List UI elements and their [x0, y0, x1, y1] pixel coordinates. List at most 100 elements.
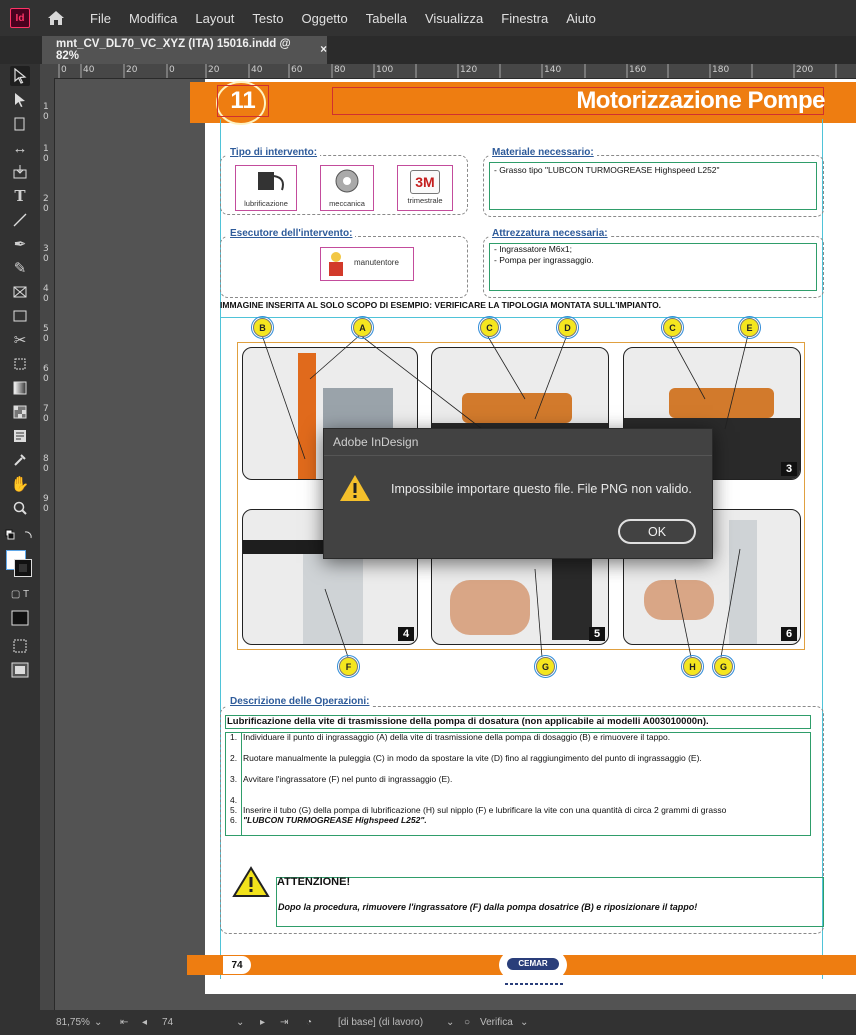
ruler-label: 200: [796, 65, 814, 75]
ruler-label: 0: [43, 414, 49, 424]
menu-finestra[interactable]: Finestra: [501, 11, 548, 26]
document-tab-title: mnt_CV_DL70_VC_XYZ (ITA) 15016.indd @ 82…: [56, 38, 291, 62]
ruler-label: 0: [43, 294, 49, 304]
free-transform-tool-icon[interactable]: [10, 354, 30, 374]
hand-tool-icon[interactable]: ✋: [10, 474, 30, 494]
ruler-label: 0: [43, 204, 49, 214]
step-number: 2.: [230, 753, 238, 763]
formatting-affects-container-icon[interactable]: ▢ T: [4, 584, 36, 604]
preflight-dropdown-icon[interactable]: ⌄: [520, 1017, 528, 1028]
page-number: 74: [223, 956, 251, 974]
error-dialog[interactable]: Adobe InDesign Impossibile importare que…: [323, 428, 713, 559]
document-tab[interactable]: mnt_CV_DL70_VC_XYZ (ITA) 15016.indd @ 82…: [42, 36, 327, 64]
gap-tool-icon[interactable]: ↔: [10, 138, 30, 158]
selection-tool-icon[interactable]: [10, 66, 30, 86]
step-number: 1.: [230, 732, 238, 742]
ruler-label: 8: [43, 454, 49, 464]
dialog-message: Impossibile importare questo file. File …: [391, 482, 692, 496]
callout-d[interactable]: D: [556, 316, 579, 339]
menu-testo[interactable]: Testo: [252, 11, 283, 26]
callout-a[interactable]: A: [351, 316, 374, 339]
last-page-icon[interactable]: ⇥: [280, 1017, 288, 1028]
descrizione-label: Descrizione delle Operazioni:: [227, 696, 373, 707]
ruler-label: 6: [43, 364, 49, 374]
apply-color-icon[interactable]: [10, 608, 30, 628]
step-number: 4.: [230, 795, 238, 805]
callout-f[interactable]: F: [337, 655, 360, 678]
home-icon[interactable]: [46, 8, 66, 28]
rectangle-tool-icon[interactable]: [10, 306, 30, 326]
default-colors-icon[interactable]: [4, 526, 36, 546]
callout-g[interactable]: G: [534, 655, 557, 678]
ruler-label: 100: [376, 65, 394, 75]
note-tool-icon[interactable]: [10, 426, 30, 446]
view-mode-icon[interactable]: [10, 636, 30, 656]
menu-tabella[interactable]: Tabella: [366, 11, 407, 26]
menu-aiuto[interactable]: Aiuto: [566, 11, 596, 26]
indesign-logo-icon: Id: [10, 8, 30, 28]
gradient-feather-tool-icon[interactable]: [10, 402, 30, 422]
document-tab-bar: » mnt_CV_DL70_VC_XYZ (ITA) 15016.indd @ …: [0, 36, 856, 84]
callout-g[interactable]: G: [712, 655, 735, 678]
ok-button[interactable]: OK: [618, 519, 696, 544]
line-tool-icon[interactable]: [10, 210, 30, 230]
step-text: Ruotare manualmente la puleggia (C) in m…: [243, 753, 702, 763]
warning-triangle-icon: [232, 866, 270, 897]
screen-mode-icon[interactable]: [10, 660, 30, 680]
pen-tool-icon[interactable]: ✒: [10, 234, 30, 254]
ruler-label: 0: [169, 65, 175, 75]
zoom-level[interactable]: 81,75%: [56, 1017, 90, 1028]
ruler-label: 160: [629, 65, 647, 75]
close-tab-icon[interactable]: ×: [320, 44, 327, 56]
page-dropdown-icon[interactable]: ⌄: [236, 1017, 244, 1028]
dialog-title: Adobe InDesign: [333, 435, 419, 449]
callout-c[interactable]: C: [478, 316, 501, 339]
previous-page-icon[interactable]: ◂: [142, 1017, 147, 1028]
next-page-icon[interactable]: ▸: [260, 1017, 265, 1028]
ruler-label: 20: [126, 65, 138, 75]
page-tool-icon[interactable]: [10, 114, 30, 134]
content-collector-icon[interactable]: [10, 162, 30, 182]
master-dropdown-icon[interactable]: ⌄: [446, 1017, 454, 1028]
callout-leader-lines: [261, 334, 749, 658]
callout-c[interactable]: C: [661, 316, 684, 339]
preflight-status-icon[interactable]: ○: [464, 1017, 470, 1028]
page-field[interactable]: 74: [162, 1017, 173, 1028]
open-page-icon[interactable]: ◔: [306, 1017, 312, 1028]
first-page-icon[interactable]: ⇤: [120, 1017, 128, 1028]
tools-panel: ↔ T ✒ ✎ ✂ ✋ ▢ T: [0, 64, 40, 1010]
zoom-dropdown-icon[interactable]: ⌄: [94, 1017, 102, 1028]
ruler-label: 60: [291, 65, 303, 75]
vertical-ruler[interactable]: 1 0 1 0 2 0 3 0 4 0 5 0 6 0 7 0 8 0 9 0: [40, 78, 55, 1010]
fill-stroke-swatch-icon[interactable]: [6, 550, 34, 578]
callout-e[interactable]: E: [738, 316, 761, 339]
menu-oggetto[interactable]: Oggetto: [302, 11, 348, 26]
rectangle-frame-tool-icon[interactable]: [10, 282, 30, 302]
menu-layout[interactable]: Layout: [195, 11, 234, 26]
pencil-tool-icon[interactable]: ✎: [10, 258, 30, 278]
horizontal-ruler[interactable]: 0 40 20 0 20 40 60 80 100 120 140 160 18…: [40, 64, 856, 79]
callout-b[interactable]: B: [251, 316, 274, 339]
ruler-label: 7: [43, 404, 49, 414]
master-page-label[interactable]: [di base] (di lavoro): [338, 1017, 423, 1028]
scissors-tool-icon[interactable]: ✂: [10, 330, 30, 350]
status-bar: 81,75% ⌄ ⇤ ◂ 74 ⌄ ▸ ⇥ ◔ [di base] (di la…: [0, 1010, 856, 1035]
type-tool-icon[interactable]: T: [10, 186, 30, 206]
step-text: Inserire il tubo (G) della pompa di lubr…: [243, 805, 727, 815]
step-number: 5.: [230, 805, 238, 815]
brand-tagline-icon: [505, 983, 565, 985]
descrizione-title-frame[interactable]: Lubrificazione della vite di trasmission…: [225, 715, 811, 729]
menu-visualizza[interactable]: Visualizza: [425, 11, 483, 26]
ruler-label: 0: [61, 65, 67, 75]
direct-selection-tool-icon[interactable]: [10, 90, 30, 110]
menu-modifica[interactable]: Modifica: [129, 11, 177, 26]
callout-h[interactable]: H: [681, 655, 704, 678]
zoom-tool-icon[interactable]: [10, 498, 30, 518]
eyedropper-tool-icon[interactable]: [10, 450, 30, 470]
gradient-swatch-tool-icon[interactable]: [10, 378, 30, 398]
step-text: Avvitare l'ingrassatore (F) nel punto di…: [243, 774, 453, 784]
preflight-label[interactable]: Verifica: [480, 1017, 513, 1028]
menu-file[interactable]: File: [90, 11, 111, 26]
ruler-label: 180: [712, 65, 730, 75]
dialog-divider: [324, 455, 712, 456]
